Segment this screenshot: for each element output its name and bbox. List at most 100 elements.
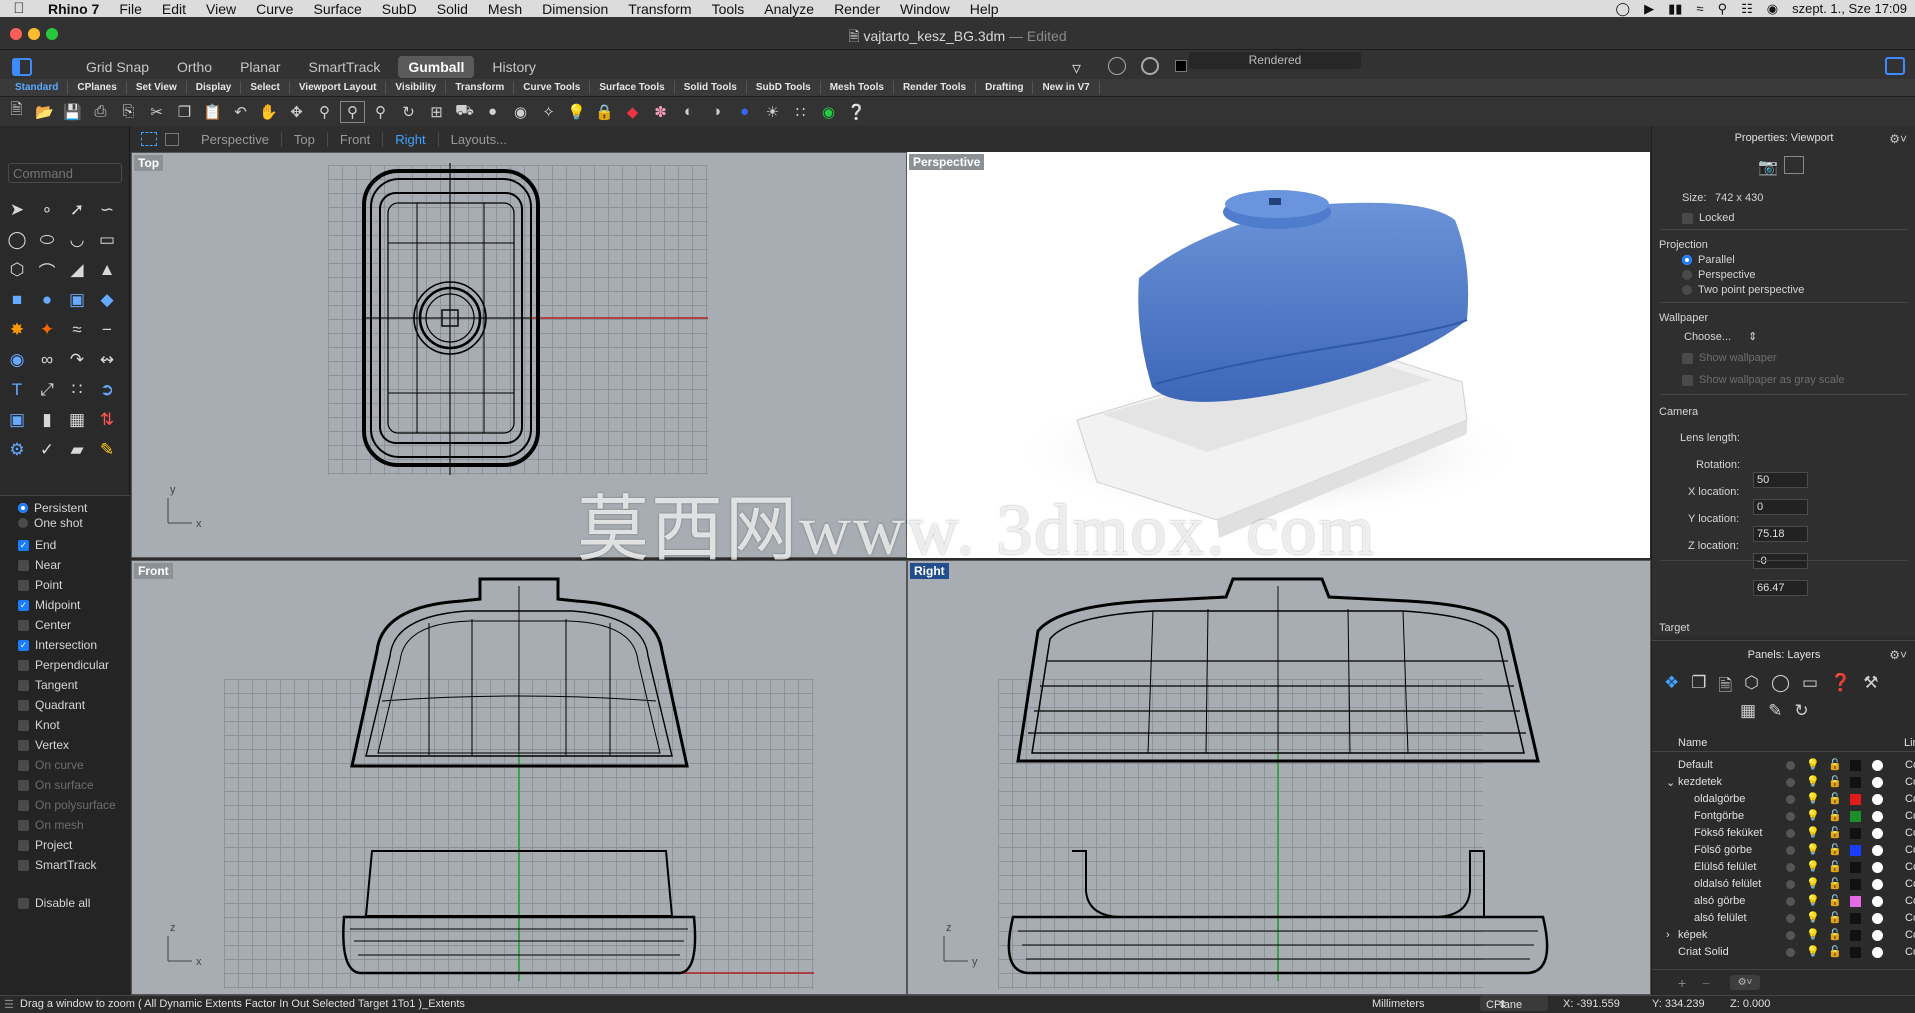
osnap-quadrant-checkbox[interactable]: Quadrant <box>18 698 85 712</box>
lock-open-icon[interactable]: 🔓 <box>1828 911 1842 924</box>
menu-window[interactable]: Window <box>890 1 960 17</box>
viewport-right[interactable]: Right z y <box>907 560 1651 995</box>
layer-name[interactable]: Fökső feküket <box>1694 827 1762 839</box>
layer-row[interactable]: › képek 💡 🔓 Co <box>1652 927 1915 944</box>
layer-color-swatch[interactable] <box>1850 947 1861 958</box>
monitor-tab-icon[interactable]: ▭ <box>1802 673 1818 702</box>
control-center-icon[interactable]: ☷ <box>1741 1 1753 17</box>
layer-color-swatch[interactable] <box>1850 930 1861 941</box>
material-swatch-icon[interactable] <box>1872 760 1883 771</box>
menu-view[interactable]: View <box>196 1 246 17</box>
spotlight-icon[interactable]: ⚲ <box>1718 1 1728 17</box>
zoom-icon[interactable]: ⚲ <box>312 101 337 123</box>
current-layer-icon[interactable] <box>1786 948 1795 957</box>
layer-name[interactable]: oldalgörbe <box>1694 793 1745 805</box>
layer-name[interactable]: Default <box>1678 759 1713 771</box>
undo-icon[interactable]: ↶ <box>228 101 253 123</box>
layer-name[interactable]: kezdetek <box>1678 776 1722 788</box>
screen-icon[interactable] <box>1784 156 1804 174</box>
material-icon[interactable]: ◐ <box>676 101 701 123</box>
gear-solid-icon[interactable]: ⚙ <box>2 435 32 465</box>
menu-dimension[interactable]: Dimension <box>532 1 618 17</box>
menu-analyze[interactable]: Analyze <box>754 1 824 17</box>
material-swatch-icon[interactable] <box>1872 913 1883 924</box>
zoom-window-icon[interactable]: ⚲ <box>340 100 365 123</box>
help-tab-icon[interactable]: ❓ <box>1830 673 1851 702</box>
layer-color-swatch[interactable] <box>1850 879 1861 890</box>
save-icon[interactable]: 💾 <box>60 101 85 123</box>
lock-open-icon[interactable]: 🔓 <box>1828 843 1842 856</box>
lock-open-icon[interactable]: 🔓 <box>1828 775 1842 788</box>
one-shot-radio[interactable]: One shot <box>18 516 83 530</box>
layer-row[interactable]: Default 💡 🔓 Co <box>1652 757 1915 774</box>
menu-edit[interactable]: Edit <box>152 1 196 17</box>
page-tab-icon[interactable]: 🗎 <box>1719 673 1733 702</box>
add-layer-icon[interactable]: + <box>1678 975 1686 991</box>
rebuild-icon[interactable]: ↭ <box>92 345 122 375</box>
menu-render[interactable]: Render <box>824 1 890 17</box>
visibility-bulb-icon[interactable]: 💡 <box>1806 894 1820 907</box>
osnap-near-checkbox[interactable]: Near <box>18 558 61 572</box>
cut-icon[interactable]: ✂ <box>144 101 169 123</box>
siri-icon[interactable]: ◉ <box>1767 1 1778 17</box>
lock-open-icon[interactable]: 🔓 <box>1828 928 1842 941</box>
osnap-perpendicular-checkbox[interactable]: Perpendicular <box>18 658 109 672</box>
layer-name[interactable]: Criat Solid <box>1678 946 1729 958</box>
color-wheel-icon[interactable]: ✽ <box>648 101 673 123</box>
play-icon[interactable]: ▶ <box>1644 1 1654 17</box>
tab-select[interactable]: Select <box>241 81 290 94</box>
sidebar-toggle-icon[interactable] <box>12 58 32 76</box>
arc-icon[interactable]: ◡ <box>62 225 92 255</box>
history-toggle[interactable]: History <box>482 56 546 78</box>
chevron-down-icon[interactable]: ⌄ <box>1666 776 1675 789</box>
tab-new-in-v7[interactable]: New in V7 <box>1033 81 1100 94</box>
material-swatch-icon[interactable] <box>1872 811 1883 822</box>
x-location-input[interactable]: 75.18 <box>1753 526 1808 542</box>
tab-solid-tools[interactable]: Solid Tools <box>675 81 747 94</box>
curve-icon[interactable]: ∽ <box>92 195 122 225</box>
wallpaper-choose-select[interactable]: Choose... ⇕ <box>1684 330 1757 343</box>
linetype-cell[interactable]: Co <box>1905 946 1915 958</box>
current-layer-icon[interactable] <box>1786 795 1795 804</box>
lock-open-icon[interactable]: 🔓 <box>1828 809 1842 822</box>
menu-subd[interactable]: SubD <box>372 1 427 17</box>
projection-perspective-radio[interactable]: Perspective <box>1682 269 1755 281</box>
tab-layouts[interactable]: Layouts... <box>439 132 519 147</box>
layer-name[interactable]: Fölső görbe <box>1694 844 1752 856</box>
layer-row[interactable]: Fölső görbe 💡 🔓 Co <box>1652 842 1915 859</box>
green-options-icon[interactable]: ◉ <box>816 101 841 123</box>
light-icon[interactable]: 💡 <box>564 101 589 123</box>
current-layer-icon[interactable] <box>1786 931 1795 940</box>
point-icon[interactable]: ∘ <box>32 195 62 225</box>
display-mode-field[interactable]: Rendered <box>1189 52 1361 69</box>
current-layer-icon[interactable] <box>1786 761 1795 770</box>
bar-chart-icon[interactable]: ▮ <box>32 405 62 435</box>
linetype-cell[interactable]: Co <box>1905 759 1915 771</box>
check-icon[interactable]: ✓ <box>32 435 62 465</box>
osnap-on-polysurface-checkbox[interactable]: On polysurface <box>18 798 116 812</box>
layers-col-name[interactable]: Name <box>1678 737 1707 749</box>
rotation-input[interactable]: 0 <box>1753 499 1808 515</box>
layer-row[interactable]: oldalsó felület 💡 🔓 Co <box>1652 876 1915 893</box>
rotate-view-icon[interactable]: ✥ <box>284 101 309 123</box>
current-layer-icon[interactable] <box>1786 778 1795 787</box>
color-swatch[interactable] <box>1175 60 1187 72</box>
objects-tab-icon[interactable]: ❐ <box>1691 673 1706 702</box>
smarttrack-toggle[interactable]: SmartTrack <box>299 56 391 78</box>
tab-cplanes[interactable]: CPlanes <box>68 81 127 94</box>
snapshot-icon[interactable]: ◉ <box>508 101 533 123</box>
filter-icon[interactable]: ▿ <box>1072 58 1081 79</box>
linetype-cell[interactable]: Co <box>1905 929 1915 941</box>
linetype-cell[interactable]: Co <box>1905 776 1915 788</box>
visibility-bulb-icon[interactable]: 💡 <box>1806 758 1820 771</box>
layer-row[interactable]: Elülső felület 💡 🔓 Co <box>1652 859 1915 876</box>
skype-icon[interactable]: ◯ <box>1616 1 1631 17</box>
join-icon[interactable]: ≈ <box>62 315 92 345</box>
render-sphere-icon[interactable]: ◑ <box>704 101 729 123</box>
lock-open-icon[interactable]: 🔓 <box>1828 860 1842 873</box>
tab-visibility[interactable]: Visibility <box>386 81 447 94</box>
menu-solid[interactable]: Solid <box>427 1 478 17</box>
current-layer-icon[interactable] <box>1786 829 1795 838</box>
projection-parallel-radio[interactable]: Parallel <box>1682 254 1735 266</box>
environment-icon[interactable]: ☀ <box>760 101 785 123</box>
